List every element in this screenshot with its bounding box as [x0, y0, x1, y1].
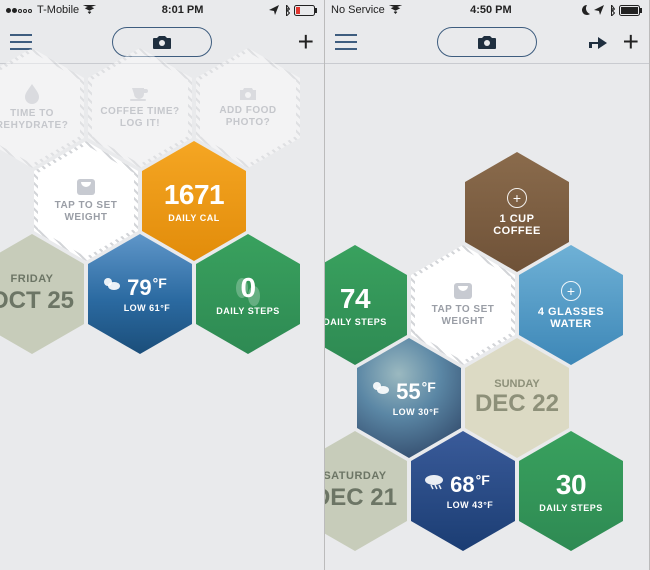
weather-icon — [100, 276, 122, 292]
scale-icon — [453, 282, 473, 300]
temp-unit: °F — [476, 472, 490, 488]
steps-value: 74 — [340, 283, 370, 315]
hex-grid-right[interactable]: + 1 CUP COFFEE 74 DAILY STEPS TAP TO SET… — [325, 64, 649, 570]
add-button[interactable]: + — [298, 28, 314, 56]
steps-value: 0 — [240, 272, 255, 304]
bluetooth-icon — [608, 5, 615, 16]
location-icon — [594, 5, 604, 15]
phone-right: No Service 4:50 PM + + 1 CUP COFFEE 74 D… — [325, 0, 650, 570]
temp-unit: °F — [153, 275, 167, 291]
temp-value: 79 — [127, 275, 151, 300]
date-value: OCT 25 — [0, 287, 74, 315]
coffee-cup-icon — [130, 86, 150, 102]
steps-label: DAILY STEPS — [325, 317, 387, 327]
hex-water[interactable]: + 4 GLASSES WATER — [519, 245, 623, 365]
location-icon — [269, 5, 279, 15]
temp-value: 68 — [450, 472, 474, 497]
camera-icon — [238, 87, 258, 101]
hex-set-weight[interactable]: TAP TO SET WEIGHT — [34, 141, 138, 261]
cal-label: DAILY CAL — [168, 213, 220, 223]
carrier-label: T-Mobile — [37, 4, 79, 16]
wifi-icon — [83, 5, 96, 15]
hex-set-weight[interactable]: TAP TO SET WEIGHT — [411, 245, 515, 365]
menu-button[interactable] — [335, 34, 357, 50]
steps-label: DAILY STEPS — [539, 503, 603, 513]
date-value: DEC 22 — [475, 390, 559, 418]
steps-value: 30 — [556, 469, 586, 501]
water-label: 4 GLASSES WATER — [538, 306, 604, 330]
menu-button[interactable] — [10, 34, 32, 50]
dnd-moon-icon — [580, 5, 590, 15]
water-drop-icon — [23, 84, 41, 104]
hex-grid-left[interactable]: TIME TO REHYDRATE? COFFEE TIME? LOG IT! … — [0, 64, 324, 570]
coffee-label: 1 CUP COFFEE — [493, 213, 541, 237]
hex-weather[interactable]: 79°F LOW 61°F — [88, 234, 192, 354]
temp-value: 55 — [396, 379, 420, 404]
plus-circle-icon: + — [507, 188, 527, 208]
camera-button[interactable] — [112, 27, 212, 57]
temp-low: LOW 30°F — [393, 407, 440, 417]
hex-weather-68[interactable]: 68°F LOW 43°F — [411, 431, 515, 551]
bluetooth-icon — [283, 5, 290, 16]
temp-low: LOW 61°F — [124, 303, 171, 313]
camera-button[interactable] — [437, 27, 537, 57]
steps-label: DAILY STEPS — [216, 306, 280, 316]
cal-value: 1671 — [164, 179, 224, 211]
temp-low: LOW 43°F — [447, 500, 494, 510]
date-day: FRIDAY — [11, 273, 54, 285]
date-day: SUNDAY — [494, 378, 539, 390]
hex-add-food[interactable]: ADD FOOD PHOTO? — [196, 48, 300, 168]
status-time: 8:01 PM — [162, 4, 204, 16]
hex-weather-55[interactable]: 55°F LOW 30°F — [357, 338, 461, 458]
battery-icon — [619, 5, 643, 16]
phone-left: T-Mobile 8:01 PM + TIME TO REHYDRATE? CO… — [0, 0, 325, 570]
storm-icon — [423, 473, 445, 491]
camera-icon — [476, 34, 498, 50]
hex-coffee[interactable]: + 1 CUP COFFEE — [465, 152, 569, 272]
weather-icon — [369, 380, 391, 396]
scale-icon — [76, 178, 96, 196]
hex-coffee-prompt[interactable]: COFFEE TIME? LOG IT! — [88, 48, 192, 168]
hex-steps[interactable]: 0 DAILY STEPS — [196, 234, 300, 354]
date-day: SATURDAY — [325, 470, 387, 482]
wifi-icon — [389, 5, 402, 15]
date-value: DEC 21 — [325, 484, 397, 512]
temp-unit: °F — [422, 379, 436, 395]
camera-icon — [151, 34, 173, 50]
hex-daily-cal[interactable]: 1671 DAILY CAL — [142, 141, 246, 261]
battery-icon — [294, 5, 318, 16]
plus-circle-icon: + — [561, 281, 581, 301]
signal-dots-icon — [6, 4, 33, 16]
status-bar: No Service 4:50 PM — [325, 0, 649, 20]
share-icon[interactable] — [589, 34, 609, 50]
hex-steps-30[interactable]: 30 DAILY STEPS — [519, 431, 623, 551]
status-bar: T-Mobile 8:01 PM — [0, 0, 324, 20]
nav-bar: + — [0, 20, 324, 64]
add-button[interactable]: + — [623, 28, 639, 56]
carrier-label: No Service — [331, 4, 385, 16]
nav-bar: + — [325, 20, 649, 64]
hex-date-sun[interactable]: SUNDAY DEC 22 — [465, 338, 569, 458]
status-time: 4:50 PM — [470, 4, 512, 16]
